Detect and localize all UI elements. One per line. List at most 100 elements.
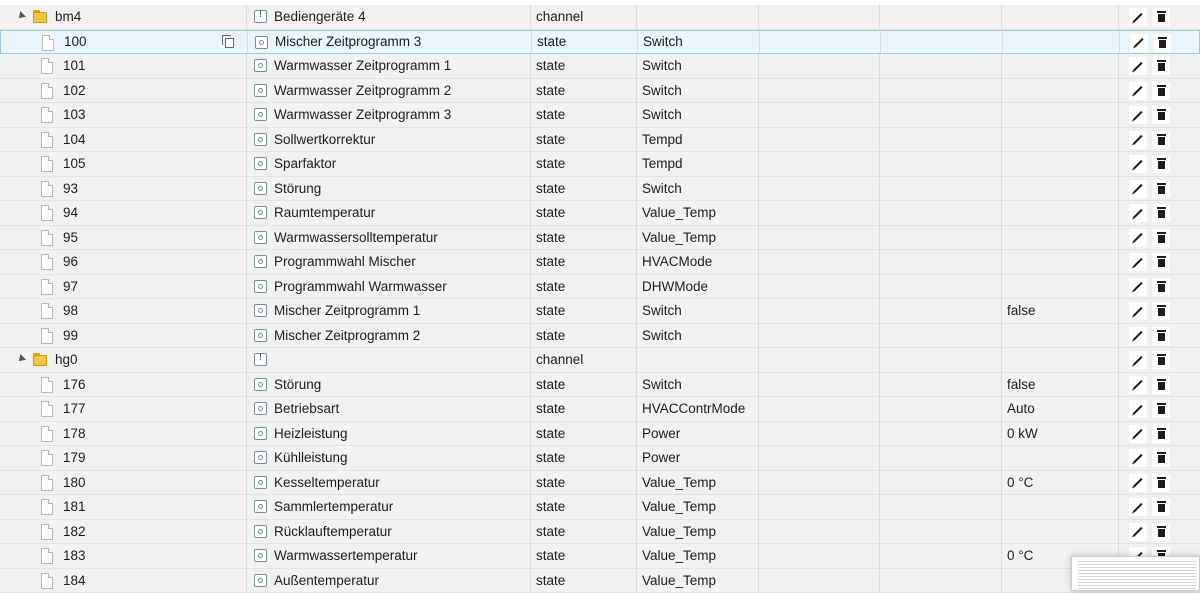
table-row[interactable]: 104SollwertkorrekturstateTempd <box>0 128 1200 153</box>
delete-button[interactable] <box>1152 180 1170 198</box>
table-row[interactable]: 183WarmwassertemperaturstateValue_Temp0 … <box>0 544 1200 569</box>
table-row[interactable]: 176StörungstateSwitchfalse <box>0 373 1200 398</box>
edit-button[interactable] <box>1129 155 1147 173</box>
id-cell: 100 <box>1 31 248 54</box>
object-name: Programmwahl Warmwasser <box>274 275 447 299</box>
role-cell: Value_Temp <box>637 544 759 568</box>
actions-cell <box>1119 128 1200 152</box>
delete-button[interactable] <box>1152 474 1170 492</box>
delete-button[interactable] <box>1152 253 1170 271</box>
delete-button[interactable] <box>1152 155 1170 173</box>
edit-button[interactable] <box>1129 302 1147 320</box>
value-cell <box>1002 495 1119 519</box>
folder-row[interactable]: bm4Bediengeräte 4channel <box>0 5 1200 30</box>
table-row[interactable]: 102Warmwasser Zeitprogramm 2stateSwitch <box>0 79 1200 104</box>
edit-button[interactable] <box>1129 229 1147 247</box>
id-cell: 183 <box>0 544 247 568</box>
minimap-preview[interactable] <box>1071 556 1200 591</box>
delete-button[interactable] <box>1152 82 1170 100</box>
minimap-line <box>1078 585 1196 586</box>
file-icon <box>41 58 53 74</box>
edit-button[interactable] <box>1129 57 1147 75</box>
table-row[interactable]: 177BetriebsartstateHVACContrModeAuto <box>0 397 1200 422</box>
table-row[interactable]: 180KesseltemperaturstateValue_Temp0 °C <box>0 471 1200 496</box>
delete-button[interactable] <box>1152 400 1170 418</box>
type-cell: state <box>531 177 637 201</box>
edit-button[interactable] <box>1129 327 1147 345</box>
edit-button[interactable] <box>1129 278 1147 296</box>
table-row[interactable]: 182RücklauftemperaturstateValue_Temp <box>0 520 1200 545</box>
table-row[interactable]: 95WarmwassersolltemperaturstateValue_Tem… <box>0 226 1200 251</box>
state-icon <box>254 157 267 170</box>
object-id: 98 <box>63 299 78 323</box>
edit-button[interactable] <box>1129 425 1147 443</box>
delete-button[interactable] <box>1152 523 1170 541</box>
edit-button[interactable] <box>1129 449 1147 467</box>
delete-button[interactable] <box>1152 351 1170 369</box>
id-cell: hg0 <box>0 348 247 372</box>
delete-button[interactable] <box>1152 57 1170 75</box>
delete-button[interactable] <box>1152 229 1170 247</box>
edit-button[interactable] <box>1129 474 1147 492</box>
caret-down-icon[interactable] <box>16 354 26 364</box>
edit-button[interactable] <box>1129 131 1147 149</box>
object-name: Warmwasser Zeitprogramm 1 <box>274 54 451 78</box>
delete-button[interactable] <box>1152 131 1170 149</box>
table-row[interactable]: 98Mischer Zeitprogramm 1stateSwitchfalse <box>0 299 1200 324</box>
edit-button[interactable] <box>1129 82 1147 100</box>
edit-button[interactable] <box>1129 351 1147 369</box>
delete-button[interactable] <box>1153 34 1171 52</box>
table-row[interactable]: 97Programmwahl WarmwasserstateDHWMode <box>0 275 1200 300</box>
table-row[interactable]: 96Programmwahl MischerstateHVACMode <box>0 250 1200 275</box>
folder-row[interactable]: hg0channel <box>0 348 1200 373</box>
pencil-icon <box>1133 86 1142 95</box>
name-cell: Störung <box>247 373 531 397</box>
value-cell <box>1003 31 1120 54</box>
object-name: Kühlleistung <box>274 446 348 470</box>
edit-button[interactable] <box>1129 523 1147 541</box>
object-name: Mischer Zeitprogramm 1 <box>274 299 420 323</box>
delete-button[interactable] <box>1152 204 1170 222</box>
edit-button[interactable] <box>1129 106 1147 124</box>
delete-button[interactable] <box>1152 449 1170 467</box>
edit-button[interactable] <box>1129 498 1147 516</box>
pencil-icon <box>1134 38 1143 47</box>
id-cell: 181 <box>0 495 247 519</box>
table-row[interactable]: 178HeizleistungstatePower0 kW <box>0 422 1200 447</box>
delete-button[interactable] <box>1152 498 1170 516</box>
edit-button[interactable] <box>1129 180 1147 198</box>
copy-icon[interactable] <box>225 38 234 48</box>
edit-button[interactable] <box>1129 400 1147 418</box>
table-row[interactable]: 94RaumtemperaturstateValue_Temp <box>0 201 1200 226</box>
edit-button[interactable] <box>1129 376 1147 394</box>
type-cell: state <box>532 31 638 54</box>
type-cell: state <box>531 422 637 446</box>
delete-button[interactable] <box>1152 376 1170 394</box>
table-row[interactable]: 99Mischer Zeitprogramm 2stateSwitch <box>0 324 1200 349</box>
edit-button[interactable] <box>1129 204 1147 222</box>
delete-button[interactable] <box>1152 302 1170 320</box>
table-row[interactable]: 181SammlertemperaturstateValue_Temp <box>0 495 1200 520</box>
table-row[interactable]: 179KühlleistungstatePower <box>0 446 1200 471</box>
role-cell: Value_Temp <box>637 520 759 544</box>
edit-button[interactable] <box>1129 8 1147 26</box>
table-row[interactable]: 100Mischer Zeitprogramm 3stateSwitch <box>0 30 1200 55</box>
function-cell <box>880 128 1002 152</box>
delete-button[interactable] <box>1152 425 1170 443</box>
id-cell: 184 <box>0 569 247 593</box>
name-cell: Bediengeräte 4 <box>247 5 531 29</box>
table-row[interactable]: 93StörungstateSwitch <box>0 177 1200 202</box>
edit-button[interactable] <box>1129 253 1147 271</box>
table-row[interactable]: 101Warmwasser Zeitprogramm 1stateSwitch <box>0 54 1200 79</box>
delete-button[interactable] <box>1152 8 1170 26</box>
table-row[interactable]: 103Warmwasser Zeitprogramm 3stateSwitch <box>0 103 1200 128</box>
function-cell <box>880 201 1002 225</box>
caret-down-icon[interactable] <box>16 11 26 21</box>
delete-button[interactable] <box>1152 278 1170 296</box>
delete-button[interactable] <box>1152 327 1170 345</box>
delete-button[interactable] <box>1152 106 1170 124</box>
table-row[interactable]: 184AußentemperaturstateValue_Temp <box>0 569 1200 593</box>
function-cell <box>880 520 1002 544</box>
table-row[interactable]: 105SparfaktorstateTempd <box>0 152 1200 177</box>
edit-button[interactable] <box>1130 34 1148 52</box>
